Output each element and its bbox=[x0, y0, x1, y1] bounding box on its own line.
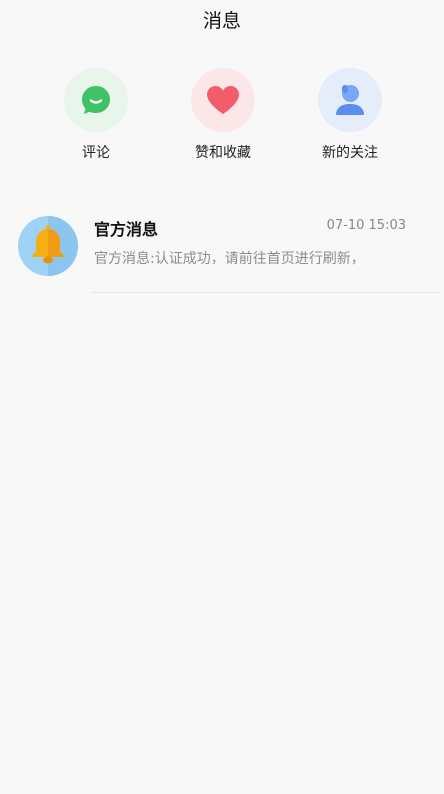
likes-label: 赞和收藏 bbox=[195, 145, 251, 161]
divider bbox=[92, 292, 440, 293]
comments-icon-circle bbox=[64, 68, 128, 132]
comments-button[interactable]: 评论 bbox=[46, 68, 146, 162]
official-avatar bbox=[18, 216, 78, 276]
comments-label: 评论 bbox=[82, 145, 110, 161]
message-sender: 官方消息 bbox=[94, 220, 159, 239]
chat-bubble-icon bbox=[82, 86, 110, 114]
bell-icon bbox=[31, 216, 78, 276]
message-preview: 官方消息:认证成功，请前往首页进行刷新， bbox=[94, 251, 365, 267]
likes-and-favorites-button[interactable]: 赞和收藏 bbox=[173, 68, 273, 162]
page-title: 消息 bbox=[202, 10, 241, 32]
followers-icon-circle bbox=[318, 68, 382, 132]
message-time: 07-10 15:03 bbox=[326, 218, 406, 233]
heart-icon bbox=[207, 86, 239, 114]
message-item[interactable]: 官方消息 07-10 15:03 官方消息:认证成功，请前往首页进行刷新， bbox=[0, 208, 444, 294]
user-icon bbox=[336, 85, 364, 115]
followers-label: 新的关注 bbox=[322, 145, 378, 161]
likes-icon-circle bbox=[191, 68, 255, 132]
new-followers-button[interactable]: 新的关注 bbox=[300, 68, 400, 162]
